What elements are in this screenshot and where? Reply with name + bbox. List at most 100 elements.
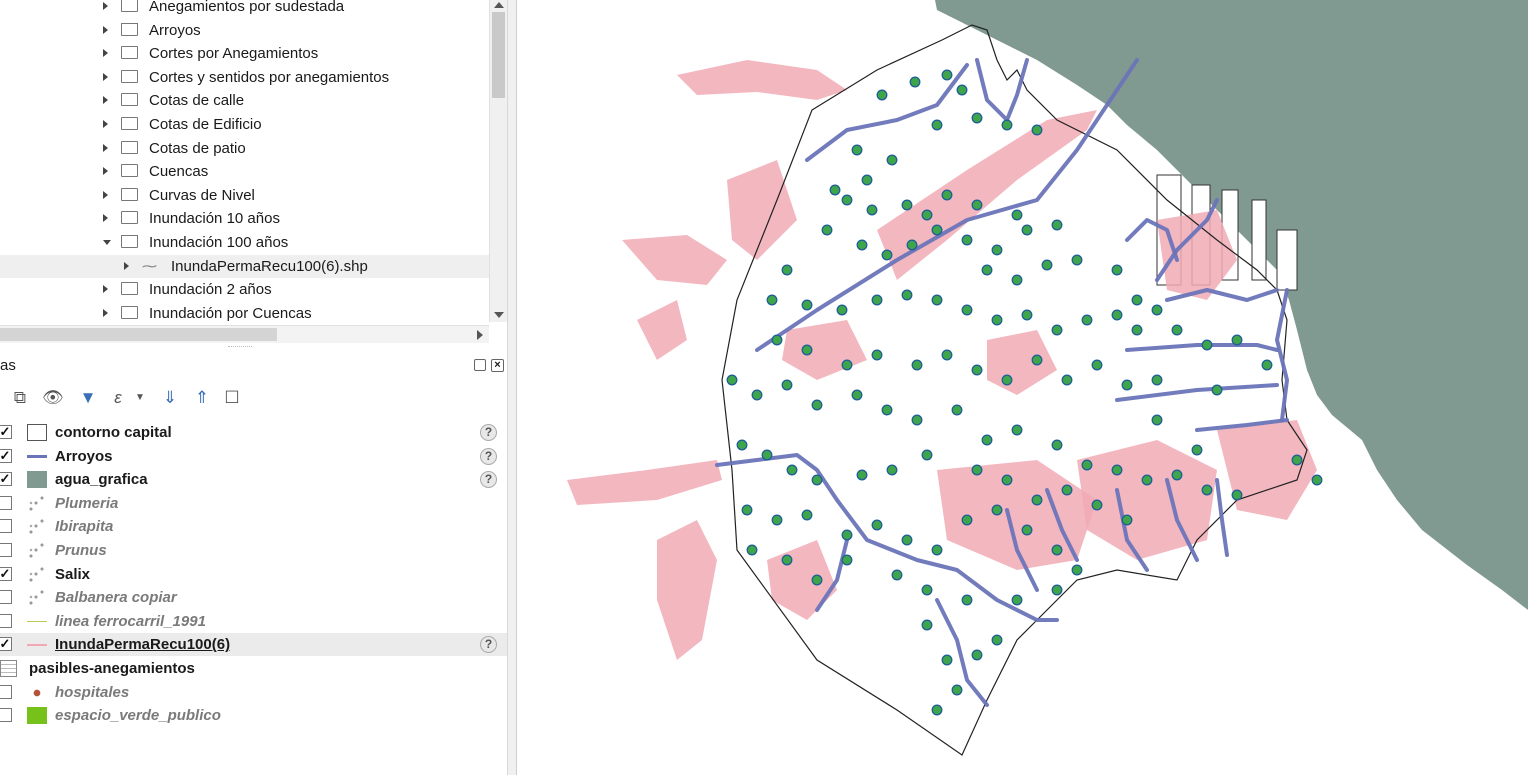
collapse-all-icon[interactable]: ⇑ [192, 388, 212, 408]
layer-visibility-checkbox[interactable]: ✓ [0, 448, 12, 463]
chevron-right-icon[interactable] [103, 167, 108, 176]
tree-point [781, 264, 793, 276]
chevron-right-icon[interactable] [103, 285, 108, 294]
layer-row[interactable]: pasibles-anegamientos [0, 657, 507, 680]
expand-all-icon[interactable]: ⇓ [160, 388, 180, 408]
close-panel-icon[interactable]: × [491, 359, 504, 372]
tree-point [836, 304, 848, 316]
add-group-icon[interactable]: ⧉ [10, 388, 30, 408]
tree-point [931, 544, 943, 556]
chevron-down-icon[interactable] [103, 240, 111, 245]
stream-line [805, 63, 969, 162]
chevron-right-icon[interactable] [103, 214, 108, 223]
filter-legend-icon[interactable]: ▼ [78, 388, 98, 408]
browser-horizontal-scrollbar[interactable] [0, 325, 489, 343]
tree-point [1121, 514, 1133, 526]
scroll-down-icon[interactable] [494, 312, 504, 318]
folder-icon [121, 117, 138, 130]
layer-name: Ibirapita [55, 518, 114, 536]
filter-expression-icon[interactable]: ε [108, 388, 128, 408]
layer-row[interactable]: ✓ contorno capital? [0, 421, 507, 444]
layer-row[interactable]: espacio_verde_publico [0, 704, 507, 727]
layer-visibility-checkbox[interactable] [0, 495, 12, 510]
tree-point [971, 464, 983, 476]
chevron-right-icon[interactable] [103, 96, 108, 105]
chevron-right-icon[interactable] [124, 261, 129, 270]
tree-point [851, 144, 863, 156]
scrollbar-thumb[interactable] [492, 12, 505, 98]
chevron-right-icon[interactable] [103, 25, 108, 34]
tree-point [781, 379, 793, 391]
layer-visibility-checkbox[interactable]: ✓ [0, 637, 12, 652]
layer-row[interactable]: ✓ InundaPermaRecu100(6)? [0, 633, 507, 657]
tree-point [901, 534, 913, 546]
layer-row[interactable]: hospitales [0, 681, 507, 704]
layer-row[interactable]: ✓ agua_grafica? [0, 468, 507, 491]
layer-row[interactable]: linea ferrocarril_1991 [0, 610, 507, 633]
layer-visibility-checkbox[interactable] [0, 684, 12, 699]
tree-point [1031, 124, 1043, 136]
layer-visibility-checkbox[interactable]: ✓ [0, 472, 12, 487]
layer-row[interactable]: Plumeria [0, 492, 507, 515]
layer-name: pasibles-anegamientos [29, 660, 195, 677]
panel-resize-handle[interactable] [228, 346, 252, 350]
help-icon[interactable]: ? [480, 447, 497, 465]
help-icon[interactable]: ? [480, 424, 497, 441]
point-cluster-icon [27, 565, 47, 583]
help-icon[interactable]: ? [480, 636, 497, 654]
layer-visibility-checkbox[interactable] [0, 543, 12, 557]
help-icon[interactable]: ? [480, 471, 497, 489]
chevron-right-icon[interactable] [103, 190, 108, 199]
layer-visibility-checkbox[interactable] [0, 519, 12, 534]
chevron-right-icon[interactable] [103, 143, 108, 152]
manage-visibility-icon[interactable]: 👁 [42, 388, 64, 408]
scroll-right-icon[interactable] [477, 330, 483, 340]
tree-item-shapefile[interactable]: ⁓ InundaPermaRecu100(6).shp [0, 254, 490, 278]
float-panel-icon[interactable] [474, 359, 486, 371]
stream-line [1275, 288, 1289, 422]
tree-point [871, 349, 883, 361]
layer-row[interactable]: Balbanera copiar [0, 586, 507, 609]
tree-item-label: InundaPermaRecu100(6).shp [171, 257, 368, 275]
folder-icon [121, 69, 138, 83]
tree-point [771, 334, 783, 346]
tree-point [841, 554, 853, 566]
chevron-right-icon[interactable] [103, 72, 108, 81]
tree-point [1151, 374, 1163, 386]
tree-point [951, 404, 963, 416]
layer-visibility-checkbox[interactable] [0, 613, 12, 628]
tree-point [921, 209, 933, 221]
chevron-right-icon[interactable] [103, 2, 108, 10]
tree-point [786, 464, 798, 476]
tree-point [901, 199, 913, 211]
map-svg[interactable] [517, 0, 1528, 775]
chevron-right-icon[interactable] [103, 49, 108, 58]
layer-row[interactable]: ✓ Salix [0, 563, 507, 586]
tree-item-label: Inundación 10 años [149, 210, 280, 228]
scrollbar-thumb[interactable] [0, 328, 277, 341]
polygon-symbol-icon [27, 424, 47, 441]
layer-visibility-checkbox[interactable] [0, 708, 12, 723]
tree-point [1071, 254, 1083, 266]
chevron-down-icon[interactable]: ▼ [130, 388, 150, 408]
tree-point [881, 404, 893, 416]
chevron-right-icon[interactable] [103, 308, 108, 317]
layer-visibility-checkbox[interactable] [0, 590, 12, 605]
point-cluster-icon [27, 589, 47, 607]
remove-layer-icon[interactable]: ☐ [222, 388, 242, 408]
layer-row[interactable]: Ibirapita [0, 515, 507, 538]
panel-splitter[interactable] [507, 0, 517, 775]
layer-name: Balbanera copiar [55, 589, 177, 607]
layer-visibility-checkbox[interactable]: ✓ [0, 425, 12, 439]
browser-vertical-scrollbar[interactable] [489, 0, 507, 322]
table-icon [0, 660, 17, 677]
map-canvas[interactable] [517, 0, 1528, 775]
chevron-right-icon[interactable] [103, 120, 108, 128]
line-symbol-icon [27, 620, 47, 622]
tree-point [856, 239, 868, 251]
layer-row[interactable]: Prunus [0, 539, 507, 562]
layer-visibility-checkbox[interactable]: ✓ [0, 566, 12, 581]
layer-row[interactable]: ✓ Arroyos? [0, 445, 507, 468]
scroll-up-icon[interactable] [494, 2, 504, 8]
tree-point [951, 684, 963, 696]
